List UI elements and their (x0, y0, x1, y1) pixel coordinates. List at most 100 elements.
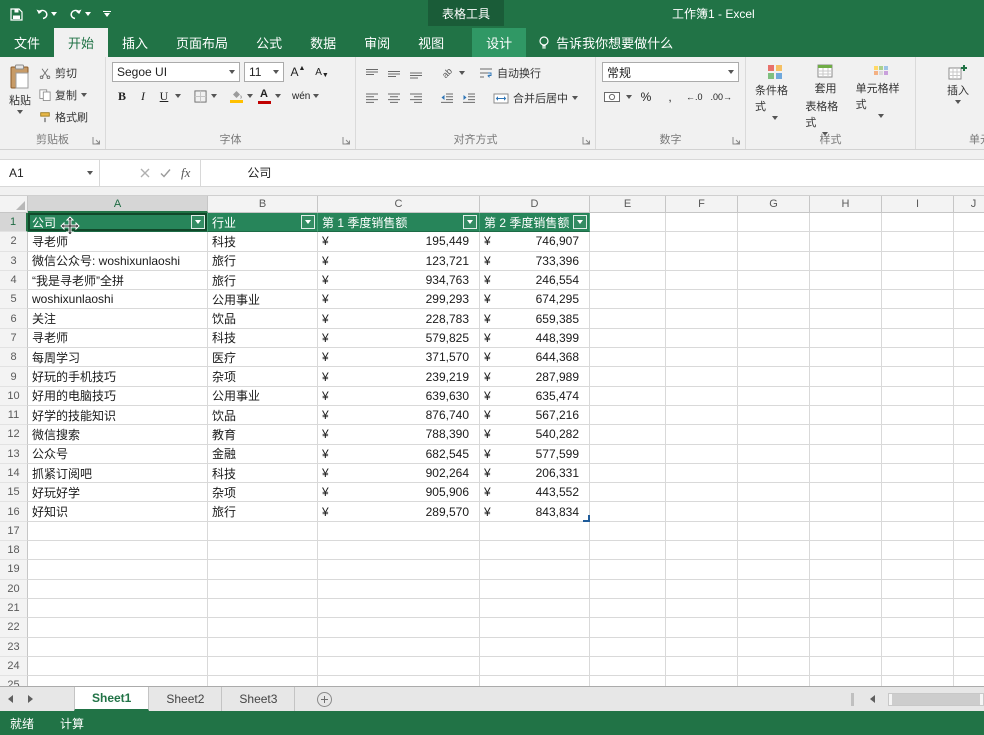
cell-B24[interactable] (208, 657, 318, 676)
row-header-15[interactable]: 15 (0, 483, 28, 502)
cell-D7[interactable]: ¥448,399 (480, 329, 590, 348)
cell-J13[interactable] (954, 445, 984, 464)
cell-A12[interactable]: 微信搜索 (28, 425, 208, 444)
cell-D3[interactable]: ¥733,396 (480, 252, 590, 271)
insert-cells-dropdown-icon[interactable] (955, 100, 961, 104)
font-size-dropdown-icon[interactable] (273, 70, 279, 74)
cell-B20[interactable] (208, 580, 318, 599)
tab-file[interactable]: 文件 (0, 28, 54, 57)
cell-J21[interactable] (954, 599, 984, 618)
cell-J18[interactable] (954, 541, 984, 560)
tab-view[interactable]: 视图 (404, 28, 458, 57)
accounting-format-button[interactable] (602, 87, 622, 107)
conditional-formatting-button[interactable]: 条件格式 (750, 61, 800, 139)
column-header-G[interactable]: G (738, 196, 810, 213)
row-header-19[interactable]: 19 (0, 560, 28, 579)
cell-B9[interactable]: 杂项 (208, 367, 318, 386)
cell-C13[interactable]: ¥682,545 (318, 445, 480, 464)
font-name-dropdown-icon[interactable] (229, 70, 235, 74)
cell-B17[interactable] (208, 522, 318, 541)
cell-F3[interactable] (666, 252, 738, 271)
cell-A9[interactable]: 好玩的手机技巧 (28, 367, 208, 386)
cell-B1[interactable]: 行业 (208, 213, 318, 232)
column-header-D[interactable]: D (480, 196, 590, 213)
number-format-dropdown-icon[interactable] (728, 70, 734, 74)
align-middle-button[interactable] (384, 63, 404, 83)
cell-H11[interactable] (810, 406, 882, 425)
cell-D12[interactable]: ¥540,282 (480, 425, 590, 444)
paste-dropdown-icon[interactable] (17, 110, 23, 114)
cell-A2[interactable]: 寻老师 (28, 232, 208, 251)
cell-H20[interactable] (810, 580, 882, 599)
fill-color-button[interactable] (226, 86, 246, 106)
tab-page-layout[interactable]: 页面布局 (162, 28, 242, 57)
cell-C8[interactable]: ¥371,570 (318, 348, 480, 367)
cell-J23[interactable] (954, 638, 984, 657)
cell-I3[interactable] (882, 252, 954, 271)
cell-A4[interactable]: “我是寻老师”全拼 (28, 271, 208, 290)
cell-A13[interactable]: 公众号 (28, 445, 208, 464)
row-header-4[interactable]: 4 (0, 271, 28, 290)
cell-A25[interactable] (28, 676, 208, 686)
cell-D25[interactable] (480, 676, 590, 686)
italic-button[interactable]: I (133, 86, 153, 106)
cell-H18[interactable] (810, 541, 882, 560)
cell-D15[interactable]: ¥443,552 (480, 483, 590, 502)
cell-F2[interactable] (666, 232, 738, 251)
align-bottom-button[interactable] (406, 63, 426, 83)
cell-E7[interactable] (590, 329, 666, 348)
cell-F24[interactable] (666, 657, 738, 676)
cell-I18[interactable] (882, 541, 954, 560)
cell-G13[interactable] (738, 445, 810, 464)
column-header-J[interactable]: J (954, 196, 984, 213)
cell-E20[interactable] (590, 580, 666, 599)
row-header-21[interactable]: 21 (0, 599, 28, 618)
row-header-18[interactable]: 18 (0, 541, 28, 560)
row-header-3[interactable]: 3 (0, 252, 28, 271)
cell-E12[interactable] (590, 425, 666, 444)
cell-F14[interactable] (666, 464, 738, 483)
cell-A3[interactable]: 微信公众号: woshixunlaoshi (28, 252, 208, 271)
bold-button[interactable]: B (112, 86, 132, 106)
cell-I19[interactable] (882, 560, 954, 579)
font-color-dropdown-icon[interactable] (275, 94, 281, 98)
cell-D4[interactable]: ¥246,554 (480, 271, 590, 290)
cell-H21[interactable] (810, 599, 882, 618)
cell-F21[interactable] (666, 599, 738, 618)
sheet-tab-sheet1[interactable]: Sheet1 (74, 687, 149, 711)
cell-E3[interactable] (590, 252, 666, 271)
cell-G17[interactable] (738, 522, 810, 541)
enter-icon[interactable] (160, 168, 171, 178)
decrease-indent-button[interactable] (437, 88, 457, 108)
cell-G25[interactable] (738, 676, 810, 686)
cell-J10[interactable] (954, 387, 984, 406)
font-color-button[interactable]: A (254, 86, 274, 106)
name-box-dropdown-icon[interactable] (87, 171, 93, 175)
cell-D6[interactable]: ¥659,385 (480, 309, 590, 328)
cell-D17[interactable] (480, 522, 590, 541)
cell-F1[interactable] (666, 213, 738, 232)
align-left-button[interactable] (362, 88, 382, 108)
cell-A16[interactable]: 好知识 (28, 502, 208, 521)
cell-C4[interactable]: ¥934,763 (318, 271, 480, 290)
cell-D1[interactable]: 第 2 季度销售额 (480, 213, 590, 232)
save-button[interactable] (10, 8, 23, 21)
cell-J20[interactable] (954, 580, 984, 599)
cell-I2[interactable] (882, 232, 954, 251)
cell-C10[interactable]: ¥639,630 (318, 387, 480, 406)
cell-A20[interactable] (28, 580, 208, 599)
cell-J9[interactable] (954, 367, 984, 386)
cell-A17[interactable] (28, 522, 208, 541)
cell-F19[interactable] (666, 560, 738, 579)
cell-C21[interactable] (318, 599, 480, 618)
cell-F9[interactable] (666, 367, 738, 386)
cell-D13[interactable]: ¥577,599 (480, 445, 590, 464)
underline-button[interactable]: U (154, 86, 174, 106)
number-format-combo[interactable]: 常规 (602, 62, 739, 82)
cell-A18[interactable] (28, 541, 208, 560)
cell-J2[interactable] (954, 232, 984, 251)
cell-F7[interactable] (666, 329, 738, 348)
wrap-text-button[interactable]: 自动换行 (476, 63, 544, 83)
cell-A24[interactable] (28, 657, 208, 676)
borders-dropdown-icon[interactable] (211, 94, 217, 98)
